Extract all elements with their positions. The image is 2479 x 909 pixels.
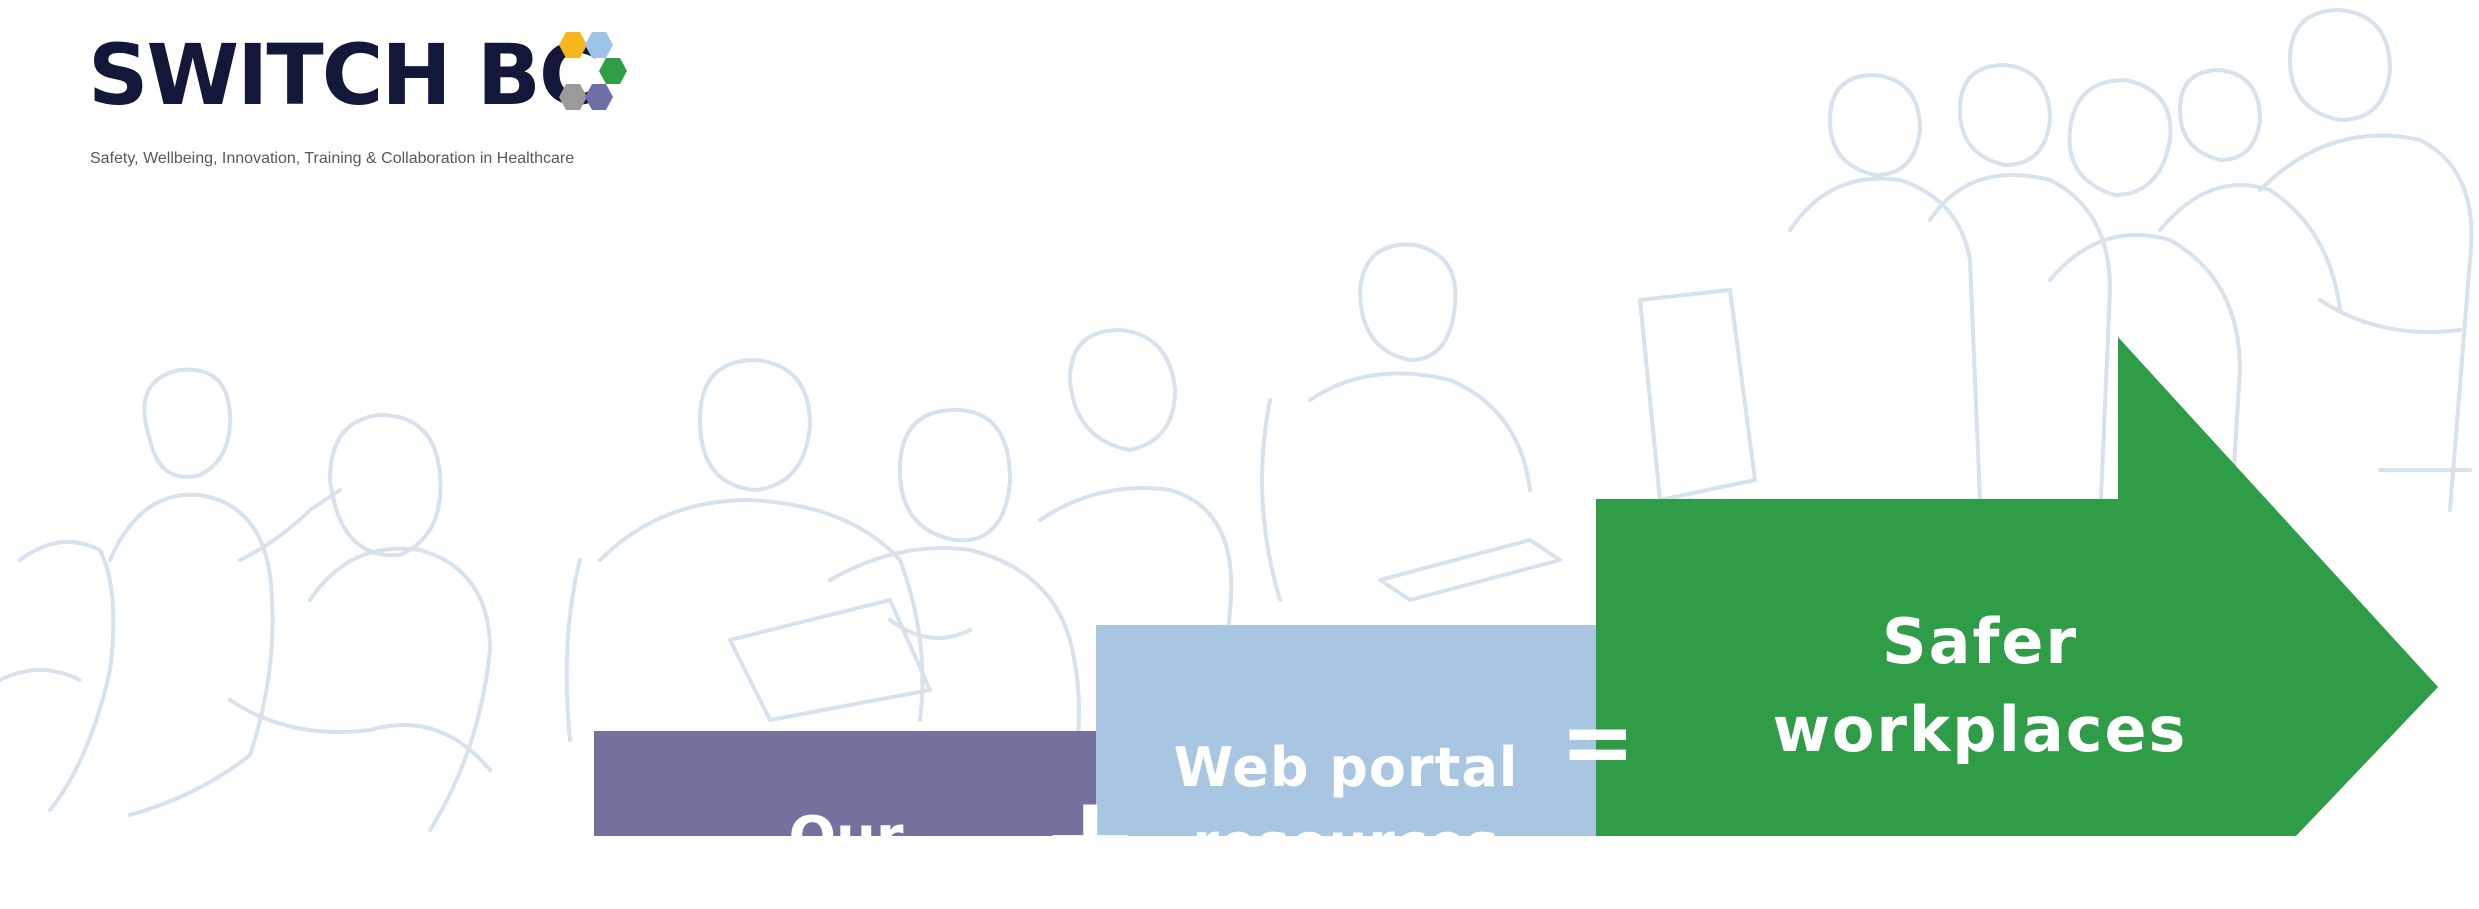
safer-workplaces-label: Safer workplaces <box>1772 605 2188 766</box>
logo-wordmark[interactable]: SWITCH BC <box>88 30 601 120</box>
web-portal-label: Web portal resources <box>1173 736 1519 875</box>
logo-tagline: Safety, Wellbeing, Innovation, Training … <box>90 150 575 167</box>
logo-hexagon-icon <box>559 32 627 110</box>
our-label: Our <box>788 805 904 870</box>
equals-symbol: = <box>1560 690 1636 795</box>
